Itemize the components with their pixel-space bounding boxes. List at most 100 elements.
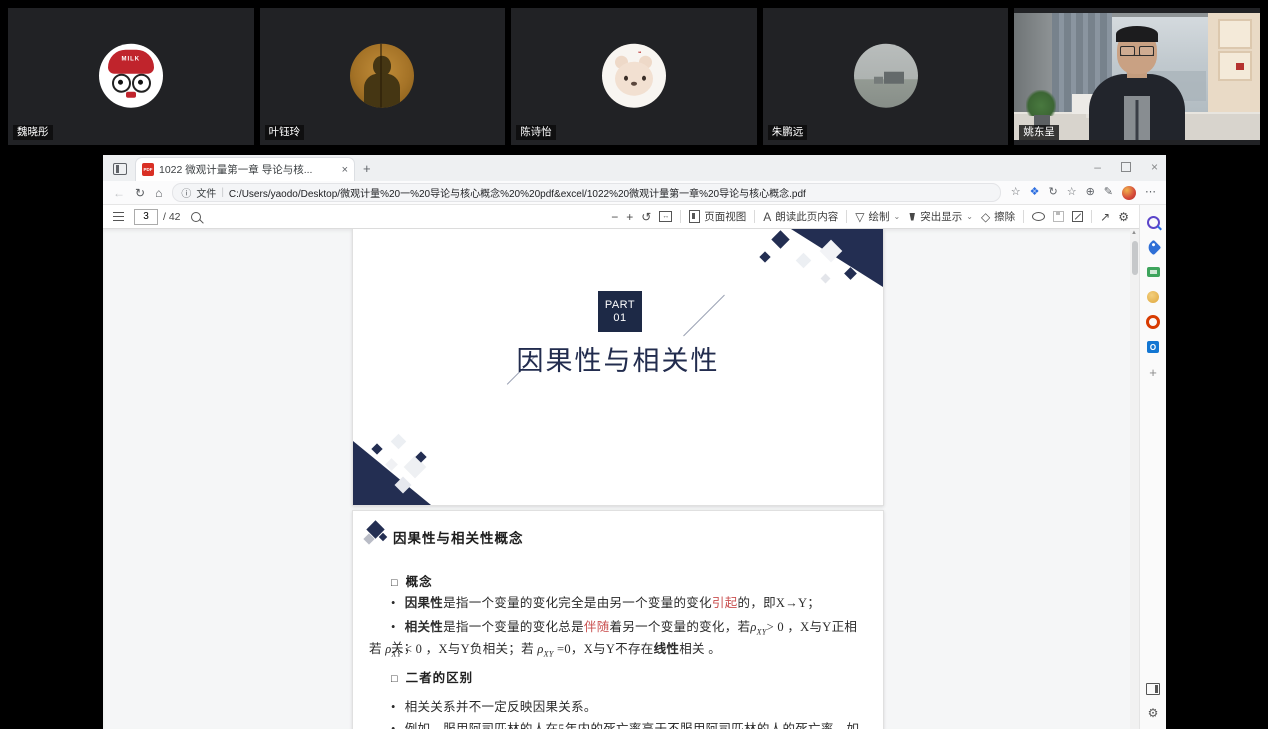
edge-browser-window: PDF 1022 微观计量第一章 导论与核... × + – × ← ↻ ⌂ ⓘ…	[103, 155, 1166, 729]
highlight-button[interactable]: 突出显示 ⌄	[908, 209, 973, 224]
web-capture-icon[interactable]: ✎	[1104, 187, 1113, 198]
bullet-correlation-line2: 若 ρXY < 0 ，X与Y负相关；若 ρXY =0，X与Y不存在线性相关 。	[369, 638, 865, 659]
zoom-out-icon[interactable]: −	[611, 211, 618, 223]
new-tab-button[interactable]: +	[363, 161, 371, 176]
address-divider: |	[221, 187, 224, 198]
slide-heading: 因果性与相关性概念	[393, 527, 524, 547]
read-aloud-icon: A	[763, 211, 771, 223]
participant-name: 朱鹏远	[768, 125, 808, 140]
bullet-difference: •相关关系并不一定反映因果关系。	[391, 696, 865, 715]
search-icon[interactable]	[191, 212, 201, 222]
avatar	[854, 43, 918, 107]
file-scheme-label: 文件	[196, 185, 216, 200]
tab-layout-icon[interactable]	[113, 163, 127, 175]
slide-accent-line	[683, 295, 725, 337]
tab-title: 1022 微观计量第一章 导论与核...	[159, 162, 337, 177]
video-tile[interactable]: ❝ 陈诗怡	[511, 8, 757, 145]
scroll-up-icon[interactable]: ▲	[1131, 230, 1137, 236]
part-number-box: PART 01	[598, 291, 642, 332]
sidebar-games-icon[interactable]	[1146, 290, 1160, 304]
plant	[1026, 90, 1056, 116]
draw-icon: ▽	[855, 211, 864, 223]
address-bar[interactable]: ⓘ 文件 | C:/Users/yaodo/Desktop/微观计量%20一%2…	[172, 183, 1000, 202]
pdf-scrollbar[interactable]: ▲	[1130, 229, 1139, 729]
video-tile[interactable]: 朱鹏远	[763, 8, 1009, 145]
section-title: □二者的区别	[391, 667, 473, 686]
window-maximize-button[interactable]	[1121, 162, 1131, 172]
erase-icon: ◇	[981, 211, 990, 223]
browser-tab[interactable]: PDF 1022 微观计量第一章 导论与核... ×	[135, 157, 355, 181]
red-toy	[1236, 63, 1244, 70]
bullet-causality: •因果性是指一个变量的变化完全是由另一个变量的变化引起的，即X→Y；	[391, 592, 865, 611]
read-aloud-button[interactable]: A 朗读此页内容	[763, 209, 838, 224]
pdf-page-concepts: 因果性与相关性概念 □概念 •因果性是指一个变量的变化完全是由另一个变量的变化引…	[352, 510, 884, 729]
sidebar-shopping-icon[interactable]	[1146, 240, 1160, 254]
save-icon[interactable]	[1053, 211, 1064, 222]
fit-to-width-icon[interactable]: ↔	[659, 211, 672, 222]
edge-sidebar: O + ⚙	[1139, 205, 1166, 729]
page-total-label: / 42	[163, 211, 181, 223]
favorites-bar-icon[interactable]: ☆	[1067, 187, 1077, 198]
table-of-contents-icon[interactable]	[113, 212, 124, 221]
sidebar-search-icon[interactable]	[1146, 215, 1160, 229]
tab-strip: PDF 1022 微观计量第一章 导论与核... × + – ×	[103, 155, 1166, 181]
pdf-file-icon: PDF	[142, 163, 154, 176]
draw-button[interactable]: ▽ 绘制 ⌄	[855, 209, 900, 224]
erase-button[interactable]: ◇ 擦除	[981, 209, 1015, 224]
browser-essentials-icon[interactable]: ❖	[1030, 187, 1040, 198]
more-menu-icon[interactable]: ⋯	[1145, 187, 1156, 198]
slide-title: 因果性与相关性	[353, 339, 883, 378]
participant-name: 魏晓彤	[13, 125, 53, 140]
pdf-settings-icon[interactable]: ⚙	[1118, 211, 1129, 223]
sidebar-settings-icon[interactable]: ⚙	[1148, 707, 1159, 719]
glasses	[1120, 46, 1154, 56]
avatar	[350, 43, 414, 107]
back-icon[interactable]: ←	[113, 187, 125, 199]
favorite-star-icon[interactable]: ☆	[1011, 187, 1021, 198]
window-close-button[interactable]: ×	[1151, 160, 1158, 174]
sync-icon[interactable]: ↻	[1048, 187, 1057, 198]
avatar: MILK	[99, 43, 163, 107]
sidebar-outlook-icon[interactable]: O	[1146, 340, 1160, 354]
navigation-bar: ← ↻ ⌂ ⓘ 文件 | C:/Users/yaodo/Desktop/微观计量…	[103, 181, 1166, 205]
sidebar-tools-icon[interactable]	[1146, 265, 1160, 279]
page-info-icon[interactable]: ⓘ	[181, 185, 191, 200]
collections-icon[interactable]: ⊕	[1086, 187, 1095, 198]
pdf-content-area[interactable]: PART 01 因果性与相关性 因果性与相关性概念 □概念	[103, 229, 1139, 729]
bullet-example: •例如，服用阿司匹林的人在5年内的死亡率高于不服用阿司匹林的人的死亡率。如果	[391, 718, 865, 729]
tab-close-icon[interactable]: ×	[342, 164, 348, 176]
pdf-toolbar: / 42 − + ↺ ↔ 页面视图 A 朗读此页内容	[103, 205, 1139, 229]
draw-dropdown-icon[interactable]: ⌄	[894, 212, 901, 221]
sidebar-add-icon[interactable]: +	[1146, 365, 1160, 379]
page-number-input[interactable]	[134, 209, 158, 225]
participant-name: 姚东呈	[1019, 125, 1059, 140]
section-title: □概念	[391, 571, 433, 590]
fullscreen-icon[interactable]: ↗	[1100, 211, 1110, 223]
home-icon[interactable]: ⌂	[155, 187, 162, 199]
highlight-icon	[908, 213, 916, 221]
participant-name: 叶钰玲	[265, 125, 305, 140]
highlight-dropdown-icon[interactable]: ⌄	[966, 212, 973, 221]
slide-logo-diamonds	[365, 521, 391, 547]
participant-name: 陈诗怡	[516, 125, 556, 140]
avatar: ❝	[602, 43, 666, 107]
pdf-page-slide-title: PART 01 因果性与相关性	[352, 229, 884, 506]
refresh-icon[interactable]: ↻	[135, 187, 145, 199]
scrollbar-thumb[interactable]	[1132, 241, 1138, 275]
window-minimize-button[interactable]: –	[1094, 162, 1101, 172]
live-video-feed	[1014, 13, 1260, 140]
comment-icon[interactable]	[1032, 212, 1045, 221]
sidebar-office-icon[interactable]	[1146, 315, 1160, 329]
profile-avatar[interactable]	[1122, 186, 1136, 200]
page-view-icon	[689, 210, 700, 223]
rotate-icon[interactable]: ↺	[641, 211, 651, 223]
edit-icon[interactable]	[1072, 211, 1083, 222]
participant-video-strip: MILK 魏晓彤 叶钰玲 ❝ 陈诗怡 朱鹏远	[8, 8, 1260, 145]
video-tile[interactable]: 叶钰玲	[260, 8, 506, 145]
page-view-button[interactable]: 页面视图	[689, 209, 746, 224]
video-tile-live[interactable]: 姚东呈	[1014, 8, 1260, 145]
url-text: C:/Users/yaodo/Desktop/微观计量%20一%20导论与核心概…	[229, 185, 992, 200]
video-tile[interactable]: MILK 魏晓彤	[8, 8, 254, 145]
sidebar-toggle-icon[interactable]	[1146, 683, 1160, 695]
zoom-in-icon[interactable]: +	[626, 211, 633, 223]
